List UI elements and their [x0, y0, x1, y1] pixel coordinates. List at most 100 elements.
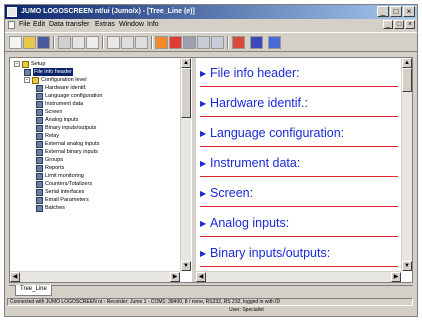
tree-item-label: Analog inputs: [45, 117, 79, 123]
scroll-thumb[interactable]: [181, 68, 191, 118]
document-horizontal-scrollbar[interactable]: ◀ ▶: [196, 271, 401, 282]
menu-edit[interactable]: Edit: [33, 19, 45, 31]
list-icon[interactable]: [268, 36, 281, 49]
scroll-right-icon[interactable]: ▶: [170, 272, 180, 282]
tree-item[interactable]: External binary inputs: [36, 148, 98, 156]
cut-icon[interactable]: [72, 36, 85, 49]
menu-window[interactable]: Window: [119, 19, 144, 31]
menu-info[interactable]: Info: [147, 19, 159, 31]
scroll-left-icon[interactable]: ◀: [196, 272, 206, 282]
tree-item[interactable]: Serial interfaces: [36, 188, 84, 196]
app-icon[interactable]: [7, 7, 17, 17]
tab-tree-line[interactable]: Tree_Line: [15, 285, 52, 296]
section-heading[interactable]: ▶ Language configuration:: [200, 120, 398, 147]
maximize-button[interactable]: □: [390, 6, 402, 17]
document-vertical-scrollbar[interactable]: ▲ ▼: [401, 58, 412, 271]
tree-item-label: Configuration level: [41, 77, 87, 83]
tree-item[interactable]: Language configuration: [36, 92, 103, 100]
zoom-in-icon[interactable]: [197, 36, 210, 49]
section-heading[interactable]: ▶ Screen:: [200, 180, 398, 207]
transfer-icon[interactable]: [155, 36, 168, 49]
print-icon[interactable]: [58, 36, 71, 49]
tree-item[interactable]: Groups: [36, 156, 63, 164]
redo-icon[interactable]: [135, 36, 148, 49]
tree-root[interactable]: − Setup: [14, 60, 45, 68]
scroll-right-icon[interactable]: ▶: [391, 272, 401, 282]
scroll-thumb[interactable]: [402, 68, 412, 92]
menu-extras[interactable]: Extras: [95, 19, 115, 31]
application-window: JUMO LOGOSCREEN nt/ui (Jumo/x) - [Tree_L…: [4, 4, 418, 317]
tree-item[interactable]: − Configuration level: [24, 76, 87, 84]
tree-item[interactable]: Analog inputs: [36, 116, 78, 124]
record-icon[interactable]: [169, 36, 182, 49]
tree-item[interactable]: Counters/Totalizers: [36, 180, 92, 188]
document-window-controls: _ □ ×: [383, 20, 415, 29]
window-controls: _ □ ×: [377, 6, 415, 17]
menu-file[interactable]: File: [19, 19, 30, 31]
tree-item[interactable]: External analog inputs: [36, 140, 99, 148]
section-heading-text: Hardware identif.:: [210, 96, 308, 110]
tree-item[interactable]: Reports: [36, 164, 64, 172]
undo-icon[interactable]: [121, 36, 134, 49]
folder-icon: [32, 76, 39, 84]
scroll-up-icon[interactable]: ▲: [181, 58, 191, 68]
section-heading-text: File info header:: [210, 66, 300, 80]
section-heading[interactable]: ▶ Analog inputs:: [200, 210, 398, 237]
section-heading-text: Language configuration:: [210, 126, 345, 140]
menu-bar: File Edit Data transfer Extras Window In…: [5, 19, 417, 31]
mdi-child-window: − Setup File info header − Configuration…: [9, 57, 413, 283]
page-icon: [36, 188, 43, 196]
tree-item-label: External analog inputs: [45, 141, 100, 147]
tree-item-label: Screen: [45, 109, 63, 115]
close-button[interactable]: ×: [403, 6, 415, 17]
filter-icon[interactable]: [250, 36, 263, 49]
collapse-icon[interactable]: −: [24, 77, 30, 83]
section-heading[interactable]: ▶ Binary inputs/outputs:: [200, 240, 398, 267]
section-heading[interactable]: ▶ Hardware identif.:: [200, 90, 398, 117]
doc-minimize-button[interactable]: _: [383, 20, 393, 29]
tree-item[interactable]: Binary inputs/outputs: [36, 124, 96, 132]
toolbar: [5, 32, 417, 52]
user-status: User: Specialist: [229, 307, 264, 313]
tree-item[interactable]: Limit monitoring: [36, 172, 84, 180]
scroll-left-icon[interactable]: ◀: [10, 272, 20, 282]
tree-item[interactable]: Hardware identif.: [36, 84, 87, 92]
tree-horizontal-scrollbar[interactable]: ◀ ▶: [10, 271, 180, 282]
menu-data-transfer[interactable]: Data transfer: [49, 19, 89, 31]
tree-item[interactable]: Instrument data: [36, 100, 83, 108]
tree-item-label: Reports: [45, 165, 65, 171]
tree-item[interactable]: File info header: [24, 68, 73, 76]
save-icon[interactable]: [37, 36, 50, 49]
folder-icon: [22, 60, 29, 68]
new-icon[interactable]: [9, 36, 22, 49]
tree-item[interactable]: Screen: [36, 108, 62, 116]
collapse-icon[interactable]: −: [14, 61, 20, 67]
tree-item-label: Groups: [45, 157, 64, 163]
tree-item[interactable]: Relay: [36, 132, 59, 140]
section-heading-text: Instrument data:: [210, 156, 301, 170]
scroll-down-icon[interactable]: ▼: [402, 261, 412, 271]
toolbar-separator: [227, 36, 229, 49]
page-icon: [36, 140, 43, 148]
zoom-out-icon[interactable]: [211, 36, 224, 49]
minimize-button[interactable]: _: [377, 6, 389, 17]
paste-icon[interactable]: [107, 36, 120, 49]
page-icon: [36, 116, 43, 124]
tree-vertical-scrollbar[interactable]: ▲ ▼: [180, 58, 191, 271]
document-icon[interactable]: [8, 21, 15, 29]
tree-item[interactable]: Email Parameters: [36, 196, 89, 204]
page-icon: [36, 204, 43, 212]
title-bar[interactable]: JUMO LOGOSCREEN nt/ui (Jumo/x) - [Tree_L…: [5, 5, 417, 19]
scroll-down-icon[interactable]: ▼: [181, 261, 191, 271]
document-view[interactable]: ▶ File info header: ▶ Hardware identif.: ▶…: [196, 58, 401, 271]
open-icon[interactable]: [23, 36, 36, 49]
scroll-up-icon[interactable]: ▲: [402, 58, 412, 68]
copy-icon[interactable]: [86, 36, 99, 49]
section-heading[interactable]: ▶ Instrument data:: [200, 150, 398, 177]
doc-restore-button[interactable]: □: [394, 20, 404, 29]
doc-close-button[interactable]: ×: [405, 20, 415, 29]
tree-item[interactable]: Batches: [36, 204, 65, 212]
chart-icon[interactable]: [232, 36, 245, 49]
section-heading[interactable]: ▶ File info header:: [200, 60, 398, 87]
settings-icon[interactable]: [183, 36, 196, 49]
